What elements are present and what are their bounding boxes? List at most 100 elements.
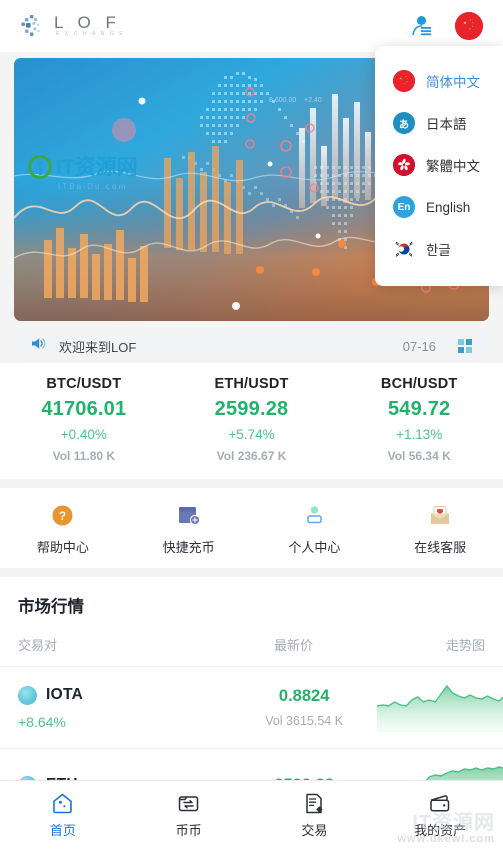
language-option-label: 日本語	[426, 117, 467, 132]
svg-text:?: ?	[59, 509, 66, 523]
language-option-label: 简体中文	[426, 75, 480, 90]
english-flag-icon: En	[393, 196, 415, 218]
market-coin: IOTA	[18, 685, 231, 705]
japan-flag-icon: あ	[393, 112, 415, 134]
svg-text:+2.40: +2.40	[304, 97, 322, 104]
quick-action-label: 快捷充币	[162, 540, 215, 555]
notice-bar[interactable]: 欢迎来到LOF 07-16	[14, 329, 489, 363]
brand-name: L O F	[54, 12, 121, 32]
notice-text: 欢迎来到LOF	[59, 339, 137, 355]
lof-logo-icon	[20, 13, 46, 39]
section-divider	[0, 479, 503, 488]
language-option-label: English	[426, 199, 471, 215]
speaker-icon	[30, 335, 47, 357]
coin-exchange-icon	[177, 791, 201, 815]
language-option-english[interactable]: En English	[375, 186, 503, 228]
customer-service-envelope-icon	[427, 502, 453, 528]
quick-action-personal-center[interactable]: 个人中心	[252, 502, 378, 556]
tab-coin-exchange[interactable]: 币币	[126, 791, 252, 839]
column-header-price: 最新价	[274, 638, 314, 653]
trade-document-icon	[302, 791, 326, 815]
section-divider	[0, 568, 503, 577]
ticker-price: 2599.28	[214, 398, 289, 420]
language-option-korean[interactable]: 한글	[375, 228, 503, 270]
help-question-icon: ?	[50, 502, 76, 528]
language-option-traditional-chinese[interactable]: 繁體中文	[375, 144, 503, 186]
ticker-pair: BCH/USDT	[380, 376, 458, 392]
watermark-logo-icon	[28, 155, 52, 179]
notice-date: 07-16	[402, 338, 436, 354]
quick-action-help-center[interactable]: ? 帮助中心	[0, 502, 126, 556]
ticker-cards: BTC/USDT 41706.01 +0.40% Vol 11.80 K ETH…	[0, 363, 503, 479]
japan-badge-text: あ	[399, 119, 409, 131]
korea-flag-icon	[393, 238, 415, 260]
sparkline-chart	[376, 684, 503, 732]
app-header: L O F E X C H A N G E 简体中文 あ 日本語 繁體中文 En…	[0, 0, 503, 286]
ticker-card[interactable]: ETH/USDT 2599.28 +5.74% Vol 236.67 K	[168, 376, 336, 463]
ticker-change: +1.13%	[396, 427, 443, 442]
notice-section: 欢迎来到LOF 07-16	[0, 321, 503, 363]
tab-label: 币币	[175, 823, 202, 838]
grid-icon[interactable]	[458, 339, 473, 353]
quick-action-label: 帮助中心	[36, 540, 89, 555]
market-coin-name: IOTA	[46, 686, 84, 703]
market-coin-change: +8.64%	[18, 713, 66, 730]
language-option-simplified-chinese[interactable]: 简体中文	[375, 60, 503, 102]
ticker-card[interactable]: BTC/USDT 41706.01 +0.40% Vol 11.80 K	[0, 376, 168, 463]
market-coin-price: 0.8824	[278, 687, 330, 705]
ticker-pair: ETH/USDT	[214, 376, 289, 392]
tab-trade[interactable]: 交易	[252, 791, 378, 839]
language-option-label: 繁體中文	[426, 159, 480, 174]
hongkong-flag-icon	[393, 154, 415, 176]
tab-label: 我的资产	[414, 823, 467, 838]
quick-actions-bar: ? 帮助中心 快捷充币 个人中心 在线客服	[0, 488, 503, 568]
english-badge-text: En	[397, 201, 411, 213]
banner-watermark: IT资源网 ITBaiDu.com	[28, 155, 138, 191]
watermark-main-text: IT资源网	[56, 155, 138, 179]
language-option-japanese[interactable]: あ 日本語	[375, 102, 503, 144]
quick-action-label: 在线客服	[414, 540, 467, 555]
svg-text:8,600.00: 8,600.00	[269, 97, 296, 104]
china-flag-icon[interactable]	[455, 12, 483, 40]
ticker-card[interactable]: BCH/USDT 549.72 +1.13% Vol 56.34 K	[335, 376, 503, 463]
app-root: L O F E X C H A N G E 简体中文 あ 日本語 繁體中文 En…	[0, 0, 503, 849]
language-option-label: 한글	[426, 243, 451, 258]
language-dropdown-menu[interactable]: 简体中文 あ 日本語 繁體中文 En English 한글	[375, 46, 503, 286]
ticker-volume: Vol 11.80 K	[52, 449, 116, 463]
watermark-sub-text: ITBaiDu.com	[58, 182, 128, 191]
ticker-pair: BTC/USDT	[46, 376, 122, 392]
iota-coin-icon	[18, 685, 37, 705]
home-icon	[51, 791, 75, 815]
china-flag-icon	[393, 70, 415, 92]
quick-action-customer-service[interactable]: 在线客服	[377, 502, 503, 556]
market-coin-volume: Vol 3615.54 K	[265, 714, 344, 728]
quick-deposit-card-icon	[176, 502, 202, 528]
tab-label: 交易	[301, 823, 328, 838]
ticker-change: +5.74%	[228, 427, 275, 442]
quick-action-quick-deposit[interactable]: 快捷充币	[126, 502, 252, 556]
brand-subtitle: E X C H A N G E	[56, 31, 125, 38]
brand-text: L O F E X C H A N G E	[54, 12, 125, 39]
tab-home[interactable]: 首页	[0, 791, 126, 839]
market-trend-sparkline	[376, 684, 503, 732]
ticker-change: +0.40%	[60, 427, 107, 442]
market-table-header: 交易对 最新价 走势图	[0, 629, 503, 667]
column-header-trend: 走势图	[445, 638, 485, 653]
header-actions	[407, 12, 483, 40]
market-section-title: 市场行情	[18, 598, 84, 616]
quick-action-label: 个人中心	[288, 540, 341, 555]
ticker-price: 41706.01	[41, 398, 127, 420]
bottom-navigation-bar: 首页 币币 交易 我的资产	[0, 780, 503, 849]
ticker-price: 549.72	[387, 398, 451, 420]
ticker-volume: Vol 56.34 K	[387, 449, 451, 463]
user-profile-icon[interactable]	[407, 12, 435, 40]
market-row-price-cell: 0.8824 Vol 3615.54 K	[231, 687, 377, 728]
personal-center-user-icon	[301, 502, 327, 528]
column-header-pair: 交易对	[18, 638, 58, 653]
wallet-icon	[428, 791, 452, 815]
tab-my-assets[interactable]: 我的资产	[377, 791, 503, 839]
tab-label: 首页	[49, 823, 76, 838]
market-row-pair-cell: IOTA +8.64%	[18, 685, 231, 730]
table-row[interactable]: IOTA +8.64% 0.8824 Vol 3615.54 K	[0, 667, 503, 749]
brand-logo[interactable]: L O F E X C H A N G E	[20, 13, 125, 39]
